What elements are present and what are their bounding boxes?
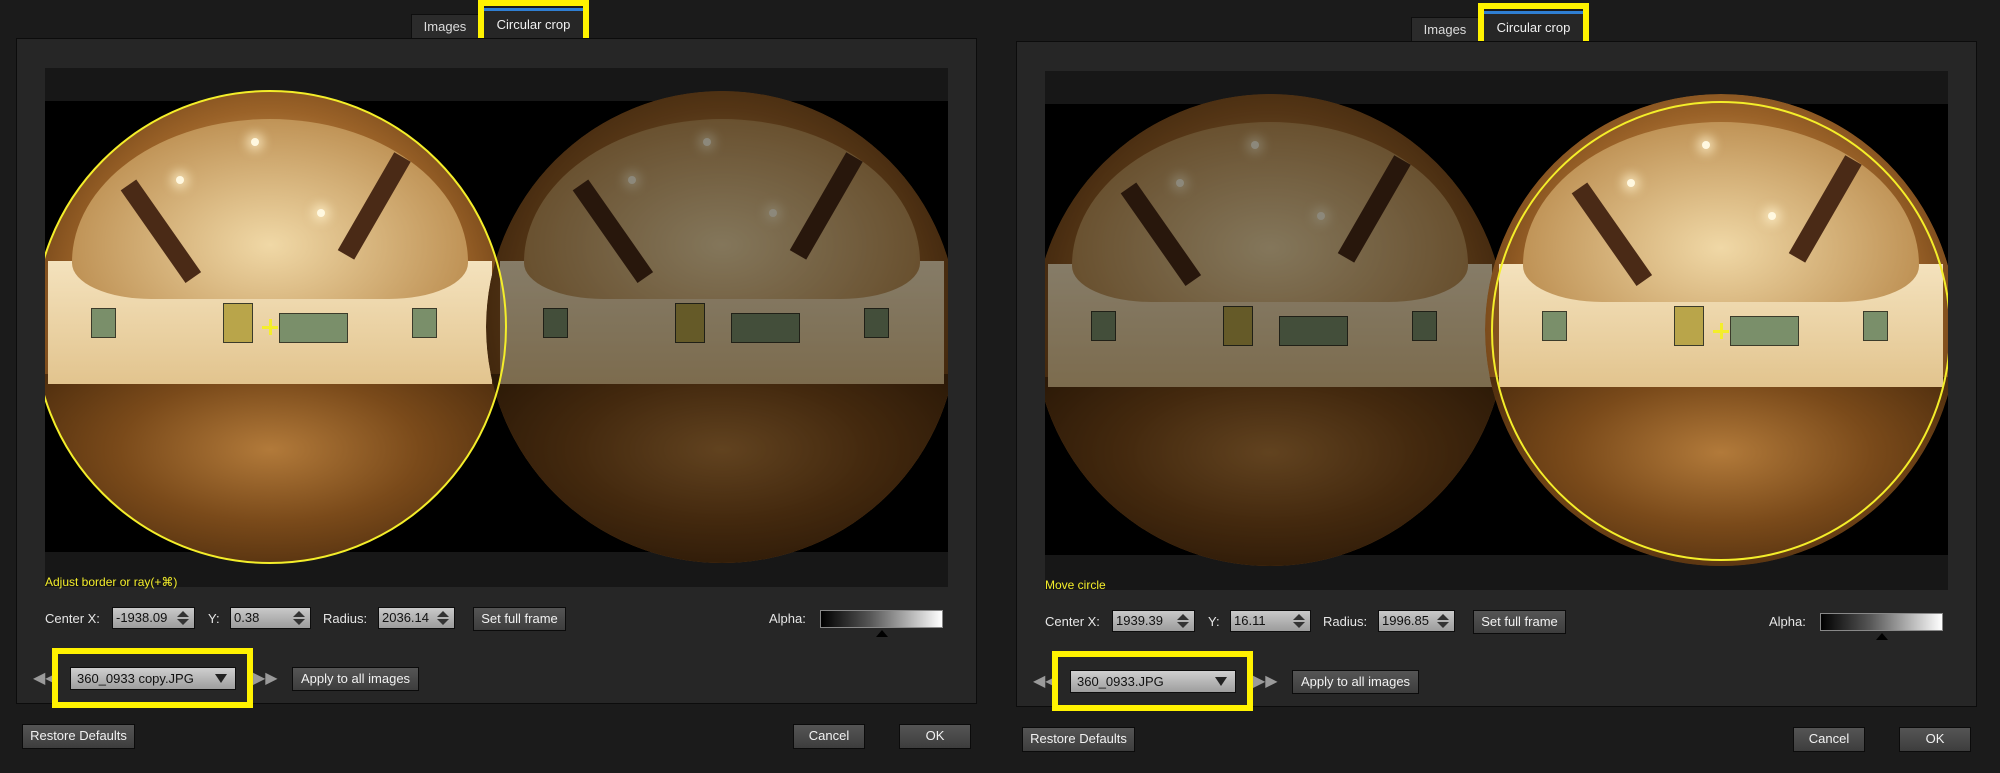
- y-label: Y:: [208, 611, 220, 626]
- radius-stepper[interactable]: 1996.85: [1378, 610, 1455, 632]
- y-stepper[interactable]: 16.11: [1230, 610, 1311, 632]
- alpha-slider-handle[interactable]: [1875, 633, 1888, 640]
- radius-value[interactable]: 2036.14: [382, 610, 429, 625]
- preview-area[interactable]: [45, 68, 948, 587]
- tab-images[interactable]: Images: [411, 14, 479, 39]
- double-arrow-left-icon[interactable]: ◀◀: [33, 670, 58, 688]
- alpha-label: Alpha:: [1769, 614, 1806, 629]
- chevron-down-icon[interactable]: [1215, 677, 1227, 686]
- y-label: Y:: [1208, 614, 1220, 629]
- stepper-arrows-icon[interactable]: [1293, 613, 1305, 629]
- image-file-value: 360_0933 copy.JPG: [77, 671, 194, 686]
- image-file-value: 360_0933.JPG: [1077, 674, 1164, 689]
- fisheye-image-front: [1045, 94, 1506, 566]
- tab-circular-crop-label: Circular crop: [1496, 20, 1571, 35]
- apply-to-all-images-button[interactable]: Apply to all images: [292, 667, 419, 691]
- y-value[interactable]: 16.11: [1234, 613, 1266, 628]
- stepper-arrows-icon[interactable]: [437, 610, 449, 626]
- stepper-arrows-icon[interactable]: [1177, 613, 1189, 629]
- center-x-stepper[interactable]: -1938.09: [112, 607, 195, 629]
- circular-crop-dialog: Images Circular crop Move circle Center …: [1000, 3, 2000, 773]
- ok-button[interactable]: OK: [899, 724, 971, 749]
- y-stepper[interactable]: 0.38: [230, 607, 311, 629]
- tab-images[interactable]: Images: [1411, 17, 1479, 42]
- center-x-label: Center X:: [45, 611, 100, 626]
- cancel-button[interactable]: Cancel: [1793, 727, 1865, 752]
- center-x-value[interactable]: -1938.09: [116, 610, 167, 625]
- image-file-dropdown[interactable]: 360_0933 copy.JPG: [70, 667, 236, 690]
- radius-stepper[interactable]: 2036.14: [378, 607, 455, 629]
- stepper-arrows-icon[interactable]: [177, 610, 189, 626]
- radius-label: Radius:: [323, 611, 368, 626]
- restore-defaults-button[interactable]: Restore Defaults: [1022, 727, 1135, 752]
- double-arrow-right-icon[interactable]: ▶▶: [1253, 673, 1278, 691]
- alpha-slider[interactable]: [1820, 613, 1943, 631]
- y-value[interactable]: 0.38: [234, 610, 259, 625]
- crop-center-crosshair-icon[interactable]: [262, 319, 278, 335]
- stepper-arrows-icon[interactable]: [293, 610, 305, 626]
- interaction-hint: Adjust border or ray(+⌘): [45, 575, 178, 589]
- stepper-arrows-icon[interactable]: [1437, 613, 1449, 629]
- cancel-button[interactable]: Cancel: [793, 724, 865, 749]
- apply-to-all-images-button[interactable]: Apply to all images: [1292, 670, 1419, 694]
- fisheye-image-back: [486, 91, 948, 563]
- tab-images-label: Images: [1423, 22, 1467, 37]
- alpha-slider[interactable]: [820, 610, 943, 628]
- tab-circular-crop-label: Circular crop: [496, 17, 571, 32]
- preview-area[interactable]: [1045, 71, 1948, 590]
- chevron-down-icon[interactable]: [215, 674, 227, 683]
- radius-label: Radius:: [1323, 614, 1368, 629]
- tab-images-label: Images: [423, 19, 467, 34]
- crop-center-crosshair-icon[interactable]: [1713, 323, 1729, 339]
- alpha-slider-handle[interactable]: [875, 630, 888, 637]
- ok-button[interactable]: OK: [1899, 727, 1971, 752]
- radius-value[interactable]: 1996.85: [1382, 613, 1429, 628]
- double-arrow-left-icon[interactable]: ◀◀: [1033, 673, 1058, 691]
- interaction-hint: Move circle: [1045, 578, 1106, 592]
- alpha-label: Alpha:: [769, 611, 806, 626]
- set-full-frame-button[interactable]: Set full frame: [473, 607, 566, 631]
- double-arrow-right-icon[interactable]: ▶▶: [253, 670, 278, 688]
- restore-defaults-button[interactable]: Restore Defaults: [22, 724, 135, 749]
- center-x-value[interactable]: 1939.39: [1116, 613, 1163, 628]
- center-x-label: Center X:: [1045, 614, 1100, 629]
- circular-crop-dialog: Images Circular crop Adjust border or ra…: [0, 0, 1000, 770]
- image-file-dropdown[interactable]: 360_0933.JPG: [1070, 670, 1236, 693]
- set-full-frame-button[interactable]: Set full frame: [1473, 610, 1566, 634]
- center-x-stepper[interactable]: 1939.39: [1112, 610, 1195, 632]
